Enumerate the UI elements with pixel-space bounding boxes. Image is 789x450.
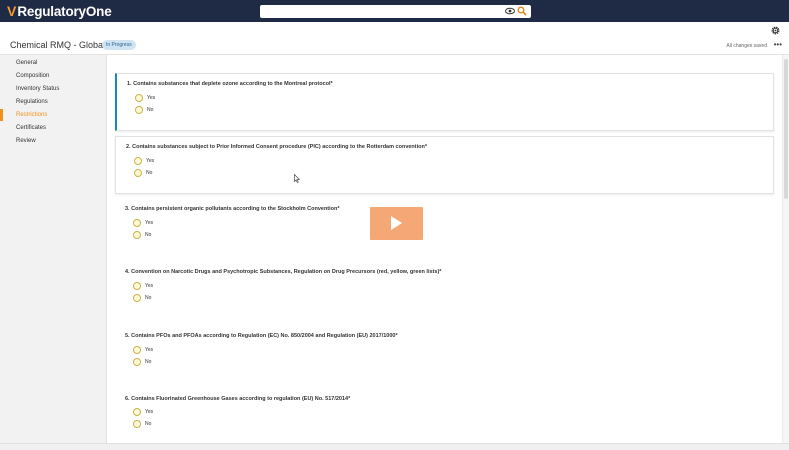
question-text: 3. Contains persistent organic pollutant… — [125, 206, 340, 212]
eye-icon[interactable] — [505, 7, 515, 15]
radio-button[interactable] — [135, 94, 143, 102]
logo-text: RegulatoryOne — [17, 3, 112, 19]
option-label: Yes — [145, 220, 154, 226]
question-card: 1. Contains substances that deplete ozon… — [115, 73, 774, 131]
radio-button[interactable] — [135, 106, 143, 114]
sidebar-item-certificates[interactable]: Certificates — [0, 122, 107, 134]
search-icon[interactable] — [517, 6, 527, 16]
sidebar-item-general[interactable]: General — [0, 57, 107, 69]
radio-button[interactable] — [133, 358, 141, 366]
search-input[interactable] — [260, 5, 531, 18]
question-card: 6. Contains Fluorinated Greenhouse Gases… — [115, 389, 774, 439]
option-label: No — [147, 107, 154, 113]
scrollbar-thumb[interactable] — [784, 59, 788, 199]
question-text: 2. Contains substances subject to Prior … — [126, 144, 428, 150]
radio-button[interactable] — [133, 420, 141, 428]
question-card: 4. Convention on Narcotic Drugs and Psyc… — [115, 262, 774, 320]
video-play-button[interactable] — [370, 207, 423, 240]
save-status-text: All changes saved — [726, 43, 767, 49]
option-label: Yes — [145, 347, 154, 353]
option-no[interactable]: No — [133, 420, 151, 428]
option-yes[interactable]: Yes — [135, 94, 155, 102]
option-label: No — [145, 421, 152, 427]
record-header: Chemical RMQ - Global In Progress All ch… — [0, 37, 789, 55]
question-text: 4. Convention on Narcotic Drugs and Psyc… — [125, 269, 442, 275]
radio-button[interactable] — [133, 408, 141, 416]
option-yes[interactable]: Yes — [134, 157, 154, 165]
option-yes[interactable]: Yes — [133, 219, 153, 227]
option-no[interactable]: No — [135, 106, 153, 114]
question-card: 5. Contains PFOs and PFOAs according to … — [115, 326, 774, 384]
page-title: Chemical RMQ - Global — [10, 40, 106, 50]
radio-button[interactable] — [133, 294, 141, 302]
vertical-scrollbar[interactable] — [782, 55, 789, 443]
sidebar-item-regulations[interactable]: Regulations — [0, 96, 107, 108]
option-label: No — [146, 170, 153, 176]
radio-button[interactable] — [133, 346, 141, 354]
option-label: No — [145, 359, 152, 365]
option-no[interactable]: No — [133, 231, 151, 239]
play-icon — [391, 216, 402, 230]
top-bar: V RegulatoryOne — [0, 0, 789, 22]
option-no[interactable]: No — [133, 294, 151, 302]
horizontal-scrollbar[interactable] — [0, 443, 789, 450]
radio-button[interactable] — [133, 231, 141, 239]
option-label: Yes — [146, 158, 155, 164]
radio-button[interactable] — [134, 157, 142, 165]
question-card: 2. Contains substances subject to Prior … — [115, 136, 774, 194]
sidebar-item-review[interactable]: Review — [0, 135, 107, 147]
question-text: 1. Contains substances that deplete ozon… — [127, 81, 333, 87]
option-yes[interactable]: Yes — [133, 346, 153, 354]
sidebar-item-restrictions[interactable]: Restrictions — [0, 109, 107, 121]
option-no[interactable]: No — [134, 169, 152, 177]
settings-gear-icon[interactable] — [770, 25, 781, 36]
mouse-cursor-icon — [294, 174, 300, 183]
question-text: 5. Contains PFOs and PFOAs according to … — [125, 333, 398, 339]
logo-mark: V — [7, 3, 17, 19]
option-label: No — [145, 295, 152, 301]
option-label: Yes — [145, 283, 154, 289]
option-label: Yes — [147, 95, 156, 101]
app-logo[interactable]: V RegulatoryOne — [7, 3, 112, 19]
sidebar-item-inventory-status[interactable]: Inventory Status — [0, 83, 107, 95]
question-text: 6. Contains Fluorinated Greenhouse Gases… — [125, 396, 351, 402]
radio-button[interactable] — [133, 219, 141, 227]
option-label: No — [145, 232, 152, 238]
question-card: 3. Contains persistent organic pollutant… — [115, 199, 774, 257]
status-badge: In Progress — [102, 40, 136, 50]
section-sidebar: General Composition Inventory Status Reg… — [0, 55, 107, 450]
more-options-button[interactable]: ••• — [774, 40, 782, 49]
sidebar-item-composition[interactable]: Composition — [0, 70, 107, 82]
option-no[interactable]: No — [133, 358, 151, 366]
radio-button[interactable] — [133, 282, 141, 290]
radio-button[interactable] — [134, 169, 142, 177]
option-label: Yes — [145, 409, 154, 415]
option-yes[interactable]: Yes — [133, 282, 153, 290]
option-yes[interactable]: Yes — [133, 408, 153, 416]
